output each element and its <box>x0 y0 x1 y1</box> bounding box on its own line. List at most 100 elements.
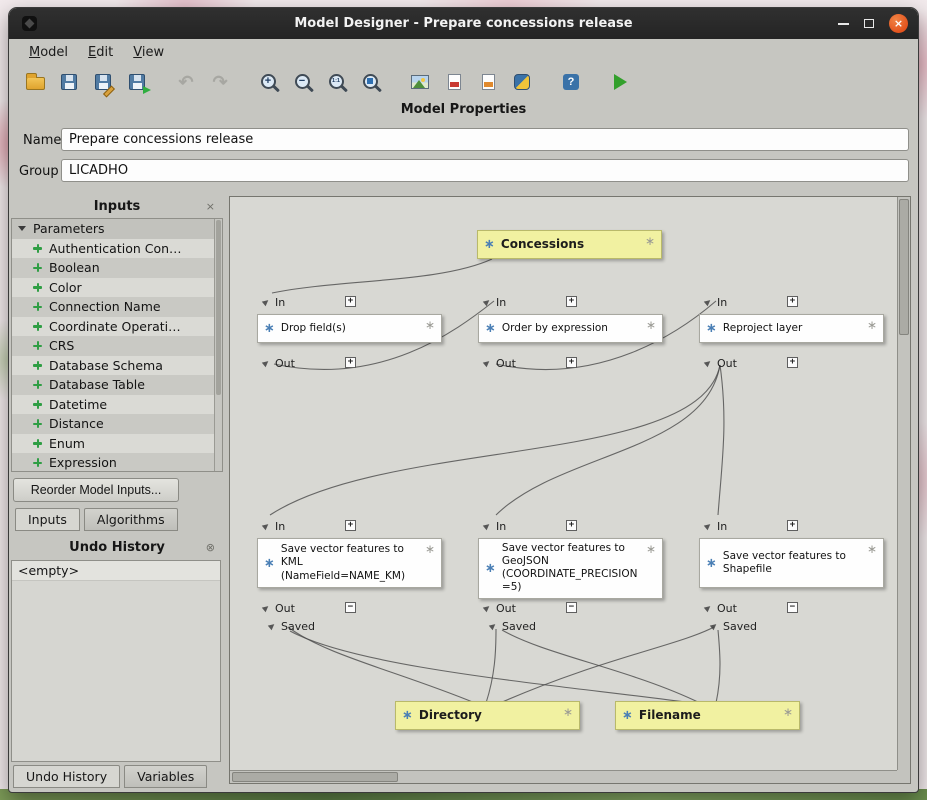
tree-item-authentication-con[interactable]: Authentication Con… <box>12 239 222 259</box>
tree-item-boolean[interactable]: Boolean <box>12 258 222 278</box>
node-options-icon[interactable] <box>779 705 793 719</box>
tree-item-datetime[interactable]: Datetime <box>12 395 222 415</box>
node-options-icon[interactable] <box>642 542 656 556</box>
minimize-button[interactable] <box>838 23 849 25</box>
tab-algorithms[interactable]: Algorithms <box>84 508 178 531</box>
save-model-icon[interactable] <box>55 68 83 96</box>
node-options-icon[interactable] <box>421 318 435 332</box>
reproject-layer-expand-inputs-icon[interactable]: + <box>787 296 798 307</box>
titlebar[interactable]: Model Designer - Prepare concessions rel… <box>9 8 918 39</box>
canvas-horizontal-scrollbar-thumb[interactable] <box>232 772 398 782</box>
tab-undo-history[interactable]: Undo History <box>13 765 120 788</box>
save-vector-features-to-geojson-coordinate-precision-5-expand-outputs-icon[interactable]: − <box>566 602 577 613</box>
menu-view[interactable]: View <box>123 42 174 63</box>
inputs-tree-scrollbar[interactable] <box>214 219 222 471</box>
connection-edge[interactable] <box>496 365 720 515</box>
save-vector-features-to-geojson-coordinate-precision-5-port-in[interactable]: In <box>484 519 506 533</box>
connection-edge[interactable] <box>270 365 720 515</box>
tree-item-enum[interactable]: Enum <box>12 434 222 454</box>
reorder-model-inputs-button[interactable]: Reorder Model Inputs... <box>13 478 179 502</box>
canvas-vertical-scrollbar-thumb[interactable] <box>899 199 909 335</box>
node-options-icon[interactable] <box>559 705 573 719</box>
connection-edge[interactable] <box>500 627 714 703</box>
export-image-icon[interactable] <box>406 68 434 96</box>
tree-item-expression[interactable]: Expression <box>12 453 222 472</box>
model-canvas[interactable]: ConcessionsIn+Drop field(s)Out+In+Order … <box>229 196 911 784</box>
reproject-layer-node[interactable]: Reproject layer <box>699 314 884 343</box>
export-pdf-icon[interactable] <box>440 68 468 96</box>
tab-variables[interactable]: Variables <box>124 765 207 788</box>
node-options-icon[interactable] <box>641 234 655 248</box>
save-vector-features-to-geojson-coordinate-precision-5-port-out[interactable]: Out <box>484 601 516 615</box>
drop-field-s-port-in[interactable]: In <box>263 295 285 309</box>
open-model-icon[interactable] <box>21 68 49 96</box>
run-model-icon[interactable] <box>606 68 634 96</box>
save-vector-features-to-geojson-coordinate-precision-5-expand-inputs-icon[interactable]: + <box>566 520 577 531</box>
save-vector-features-to-kml-namefield-name-km-output-saved[interactable]: Saved <box>269 619 315 633</box>
save-vector-features-to-kml-namefield-name-km-expand-inputs-icon[interactable]: + <box>345 520 356 531</box>
save-vector-features-to-kml-namefield-name-km-port-in[interactable]: In <box>263 519 285 533</box>
save-model-as-icon[interactable] <box>89 68 117 96</box>
save-vector-features-to-shapefile-expand-outputs-icon[interactable]: − <box>787 602 798 613</box>
save-vector-features-to-shapefile-output-saved[interactable]: Saved <box>711 619 757 633</box>
save-vector-features-to-shapefile-port-in[interactable]: In <box>705 519 727 533</box>
tree-item-coordinate-operati[interactable]: Coordinate Operati… <box>12 317 222 337</box>
zoom-actual-icon[interactable] <box>323 68 351 96</box>
filename-node[interactable]: Filename <box>615 701 800 730</box>
save-vector-features-to-geojson-coordinate-precision-5-output-saved[interactable]: Saved <box>490 619 536 633</box>
connection-edge[interactable] <box>716 630 720 703</box>
tree-item-database-schema[interactable]: Database Schema <box>12 356 222 376</box>
tree-item-parameters[interactable]: Parameters <box>12 219 222 239</box>
drop-field-s-port-out[interactable]: Out <box>263 356 295 370</box>
zoom-in-icon[interactable] <box>255 68 283 96</box>
connection-edge[interactable] <box>290 631 692 703</box>
order-by-expression-node[interactable]: Order by expression <box>478 314 663 343</box>
drop-field-s-expand-inputs-icon[interactable]: + <box>345 296 356 307</box>
tree-item-database-table[interactable]: Database Table <box>12 375 222 395</box>
inputs-panel-close-icon[interactable]: × <box>206 200 215 213</box>
collapse-icon[interactable] <box>18 226 26 231</box>
menu-model[interactable]: Model <box>19 42 78 63</box>
tree-item-color[interactable]: Color <box>12 278 222 298</box>
menu-edit[interactable]: Edit <box>78 42 123 63</box>
tree-item-distance[interactable]: Distance <box>12 414 222 434</box>
close-button[interactable]: × <box>889 14 908 33</box>
directory-node[interactable]: Directory <box>395 701 580 730</box>
order-by-expression-expand-inputs-icon[interactable]: + <box>566 296 577 307</box>
maximize-button[interactable] <box>864 19 874 28</box>
node-options-icon[interactable] <box>863 542 877 556</box>
connection-edge[interactable] <box>718 365 724 515</box>
undo-panel-close-icon[interactable]: ⊗ <box>206 541 215 554</box>
tab-inputs[interactable]: Inputs <box>15 508 80 531</box>
order-by-expression-port-out[interactable]: Out <box>484 356 516 370</box>
canvas-horizontal-scrollbar[interactable] <box>230 770 897 783</box>
save-vector-features-to-kml-namefield-name-km-expand-outputs-icon[interactable]: − <box>345 602 356 613</box>
edit-model-help-icon[interactable] <box>557 68 585 96</box>
order-by-expression-expand-outputs-icon[interactable]: + <box>566 357 577 368</box>
save-vector-features-to-kml-namefield-name-km-port-out[interactable]: Out <box>263 601 295 615</box>
zoom-out-icon[interactable] <box>289 68 317 96</box>
drop-field-s-expand-outputs-icon[interactable]: + <box>345 357 356 368</box>
order-by-expression-port-in[interactable]: In <box>484 295 506 309</box>
group-input[interactable] <box>61 159 909 182</box>
save-vector-features-to-shapefile-port-out[interactable]: Out <box>705 601 737 615</box>
node-options-icon[interactable] <box>642 318 656 332</box>
concessions-node[interactable]: Concessions <box>477 230 662 259</box>
tree-item-crs[interactable]: CRS <box>12 336 222 356</box>
connection-edge[interactable] <box>288 627 475 703</box>
node-options-icon[interactable] <box>863 318 877 332</box>
export-svg-icon[interactable] <box>474 68 502 96</box>
name-input[interactable] <box>61 128 909 151</box>
save-vector-features-to-geojson-coordinate-precision-5-node[interactable]: Save vector features to GeoJSON (COORDIN… <box>478 538 663 599</box>
save-vector-features-to-shapefile-node[interactable]: Save vector features to Shapefile <box>699 538 884 588</box>
connection-edge[interactable] <box>272 259 492 293</box>
save-vector-features-to-shapefile-expand-inputs-icon[interactable]: + <box>787 520 798 531</box>
reproject-layer-port-in[interactable]: In <box>705 295 727 309</box>
save-vector-features-to-kml-namefield-name-km-node[interactable]: Save vector features to KML (NameField=N… <box>257 538 442 588</box>
save-model-in-project-icon[interactable] <box>123 68 151 96</box>
connection-edge[interactable] <box>486 629 496 703</box>
tree-item-connection-name[interactable]: Connection Name <box>12 297 222 317</box>
reproject-layer-port-out[interactable]: Out <box>705 356 737 370</box>
canvas-vertical-scrollbar[interactable] <box>897 197 910 770</box>
zoom-full-icon[interactable] <box>357 68 385 96</box>
